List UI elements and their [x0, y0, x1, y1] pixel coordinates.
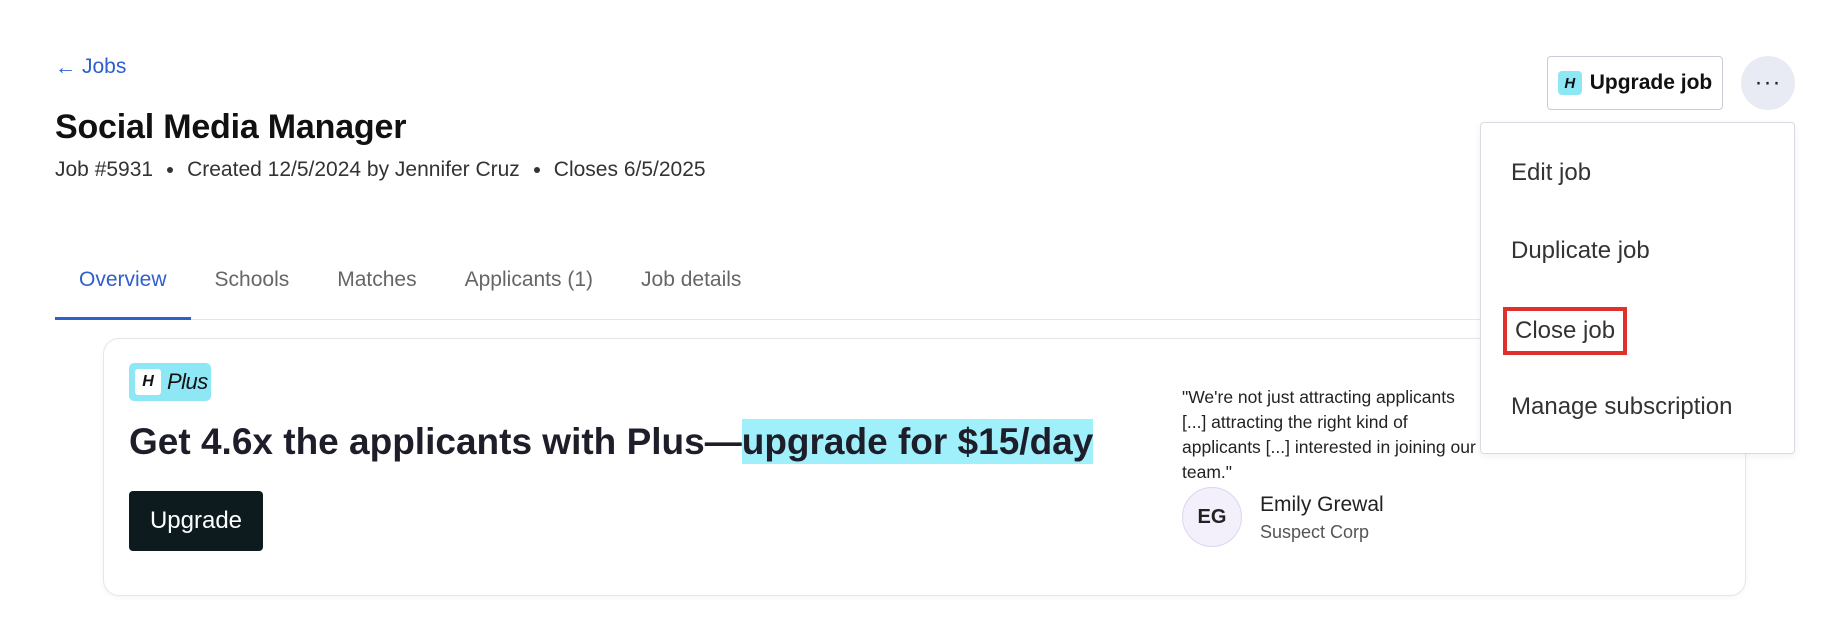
separator-dot	[533, 167, 540, 173]
ellipsis-icon: ···	[1754, 69, 1782, 96]
tab-overview[interactable]: Overview	[55, 254, 191, 320]
plus-badge: H Plus	[129, 363, 211, 401]
tab-applicants[interactable]: Applicants (1)	[441, 254, 617, 320]
avatar: EG	[1182, 487, 1242, 547]
menu-item-manage-subscription[interactable]: Manage subscription	[1511, 393, 1732, 421]
tab-matches[interactable]: Matches	[313, 254, 440, 320]
menu-item-close-job[interactable]: Close job	[1503, 307, 1628, 355]
page-title: Social Media Manager	[55, 108, 407, 146]
handshake-h-icon: H	[135, 369, 161, 395]
job-meta: Job #5931 Created 12/5/2024 by Jennifer …	[55, 158, 706, 182]
separator-dot	[167, 167, 174, 173]
plus-badge-text: Plus	[167, 369, 208, 394]
job-created: Created 12/5/2024 by Jennifer Cruz	[187, 158, 520, 181]
promo-headline: Get 4.6x the applicants with Plus—upgrad…	[129, 419, 1094, 464]
back-to-jobs-link[interactable]: ← Jobs	[55, 55, 126, 79]
tab-schools[interactable]: Schools	[191, 254, 314, 320]
upgrade-button[interactable]: Upgrade	[129, 491, 263, 551]
more-actions-button[interactable]: ···	[1741, 56, 1795, 110]
actions-menu: Edit job Duplicate job Close job Manage …	[1480, 122, 1795, 454]
menu-item-duplicate-job[interactable]: Duplicate job	[1511, 237, 1650, 265]
testimonial-company: Suspect Corp	[1260, 522, 1370, 542]
testimonial-name: Emily Grewal	[1260, 493, 1384, 516]
upgrade-job-button[interactable]: H Upgrade job	[1547, 56, 1723, 110]
upgrade-job-label: Upgrade job	[1589, 71, 1713, 94]
testimonial-quote: "We're not just attracting applicants [.…	[1182, 387, 1476, 482]
back-link-label: Jobs	[82, 55, 127, 78]
tab-bar: Overview Schools Matches Applicants (1) …	[55, 254, 1495, 320]
promo-headline-highlight: upgrade for $15/day	[741, 419, 1094, 464]
job-number: Job #5931	[55, 158, 154, 181]
handshake-h-icon: H	[1557, 71, 1582, 95]
job-page: ← Jobs Social Media Manager Job #5931 Cr…	[0, 0, 1830, 640]
menu-item-edit-job[interactable]: Edit job	[1511, 159, 1591, 187]
arrow-left-icon: ←	[55, 55, 76, 79]
job-closes: Closes 6/5/2025	[553, 158, 706, 181]
promo-headline-prefix: Get 4.6x the applicants with Plus—	[129, 421, 742, 462]
tab-job-details[interactable]: Job details	[617, 254, 765, 320]
